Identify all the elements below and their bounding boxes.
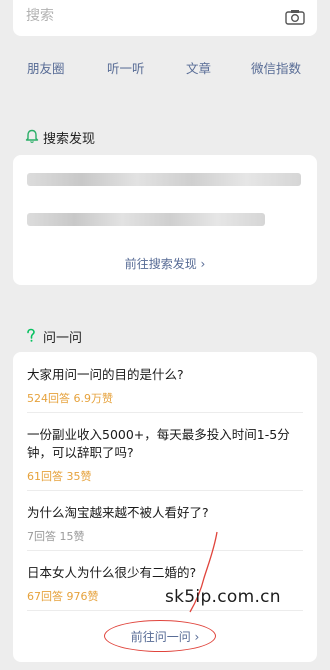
watermark: sk5ip.com.cn (165, 587, 281, 607)
red-annotation-circle (104, 620, 216, 652)
red-annotation-stroke (189, 531, 218, 613)
